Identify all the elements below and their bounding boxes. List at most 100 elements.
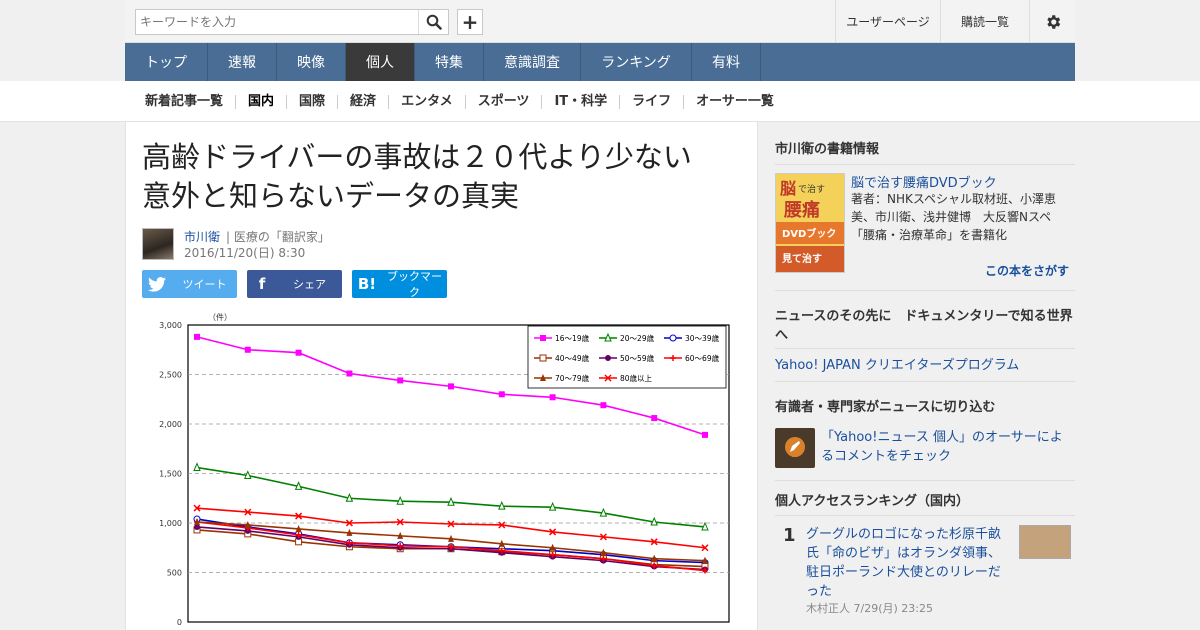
legend-label: 16～19歳 xyxy=(555,333,590,343)
data-point xyxy=(702,431,708,438)
documentary-heading: ニュースのその先に ドキュメンタリーで知る世界へ xyxy=(775,309,1073,343)
subnav-item-economy[interactable]: 経済 xyxy=(338,94,390,109)
divider xyxy=(775,515,1075,516)
author-avatar[interactable] xyxy=(142,228,174,260)
svg-text:で治す: で治す xyxy=(798,183,825,195)
y-tick-label: 3,000 xyxy=(159,321,182,330)
divider xyxy=(775,480,1075,481)
legend-label: 20～29歳 xyxy=(620,333,655,343)
subnav-item-life[interactable]: ライフ xyxy=(620,94,685,109)
nav-item-survey[interactable]: 意識調査 xyxy=(484,43,581,81)
legend-label: 60～69歳 xyxy=(685,353,720,363)
search-input[interactable] xyxy=(136,10,418,34)
sidebar: 市川衛の書籍情報 脳 で治す 腰痛 DVDブック 見て治す 脳で治す腰痛DVDブ… xyxy=(758,122,1075,630)
data-point xyxy=(539,354,547,362)
legend-label: 50～59歳 xyxy=(620,353,655,363)
svg-text:腰痛: 腰痛 xyxy=(783,199,820,221)
ranking-number: 1 xyxy=(783,525,796,546)
data-point xyxy=(669,334,677,342)
accident-chart: 0 500 1,000 1,500 2,000 2,500 3,000 （件） 16～19歳 20… xyxy=(159,312,730,627)
plus-icon: + xyxy=(461,10,479,34)
svg-text:DVDブック: DVDブック xyxy=(782,227,836,240)
tweet-button[interactable]: ツイート xyxy=(142,270,237,298)
svg-text:見て治す: 見て治す xyxy=(781,252,822,265)
article: 高齢ドライバーの事故は２０代より少ない 意外と知らないデータの真実 市川衛 | … xyxy=(125,122,758,630)
author-role: | 医療の「翻訳家」 xyxy=(226,230,330,244)
facebook-icon: f xyxy=(258,275,266,293)
hatena-bookmark-button[interactable]: B! ブックマーク xyxy=(352,270,447,299)
subnav-item-latest[interactable]: 新着記事一覧 xyxy=(133,94,237,109)
divider xyxy=(775,290,1075,291)
nav-item-individual[interactable]: 個人 xyxy=(346,43,415,81)
data-point xyxy=(346,370,353,377)
nav-item-features[interactable]: 特集 xyxy=(415,43,484,81)
legend-label: 30～39歳 xyxy=(685,333,720,343)
data-point xyxy=(549,394,556,401)
ranking-thumbnail[interactable] xyxy=(1019,525,1071,559)
sub-nav: 新着記事一覧 国内 国際 経済 エンタメ スポーツ IT・科学 ライフ オーサー… xyxy=(0,81,1200,122)
subnav-item-sports[interactable]: スポーツ xyxy=(466,94,543,109)
y-tick-label: 1,000 xyxy=(159,519,182,528)
user-page-link[interactable]: ユーザーページ xyxy=(835,0,940,43)
facebook-share-button[interactable]: f シェア xyxy=(247,270,342,298)
search-button[interactable] xyxy=(418,10,448,34)
find-book-link[interactable]: この本をさがす xyxy=(985,262,1069,279)
data-point xyxy=(651,415,658,422)
article-title: 高齢ドライバーの事故は２０代より少ない 意外と知らないデータの真実 xyxy=(142,140,721,213)
nav-item-paid[interactable]: 有料 xyxy=(692,43,761,81)
top-bar: + ユーザーページ 購読一覧 xyxy=(125,0,1075,43)
y-tick-label: 2,000 xyxy=(159,420,182,429)
tweet-label: ツイート xyxy=(182,278,227,291)
divider xyxy=(775,348,1075,349)
svg-text:脳: 脳 xyxy=(780,179,796,198)
unit-label: （件） xyxy=(208,312,232,322)
ranking-item-meta: 木村正人 7/29(月) 23:25 xyxy=(806,602,933,615)
creators-program-link[interactable]: Yahoo! JAPAN クリエイターズプログラム xyxy=(775,354,1019,373)
divider xyxy=(775,164,1075,165)
data-point xyxy=(397,377,404,384)
book-section-heading: 市川衛の書籍情報 xyxy=(775,142,880,157)
nav-item-ranking[interactable]: ランキング xyxy=(581,43,692,81)
ranking-heading: 個人アクセスランキング（国内） xyxy=(775,494,969,509)
data-point xyxy=(600,402,607,409)
hatena-icon: B! xyxy=(357,275,377,293)
y-tick-label: 1,500 xyxy=(159,470,182,479)
data-point xyxy=(244,346,251,353)
expert-comment-link[interactable]: 「Yahoo!ニュース 個人」のオーサーによるコメントをチェック xyxy=(821,428,1071,466)
nav-item-breaking[interactable]: 速報 xyxy=(208,43,277,81)
comment-pen-icon[interactable] xyxy=(775,428,815,468)
search-box xyxy=(135,9,449,35)
data-point xyxy=(295,349,302,356)
book-description: 著者：NHKスペシャル取材班、小澤恵美、市川衛、浅井健博 大反響Nスペ「腰痛・治… xyxy=(851,192,1057,242)
subscriptions-link[interactable]: 購読一覧 xyxy=(940,0,1029,43)
data-point xyxy=(540,335,546,341)
add-button[interactable]: + xyxy=(457,9,483,35)
book-cover-image[interactable]: 脳 で治す 腰痛 DVDブック 見て治す xyxy=(775,173,845,273)
nav-item-top[interactable]: トップ xyxy=(125,43,208,81)
subnav-item-domestic[interactable]: 国内 xyxy=(236,94,288,109)
ranking-item-link[interactable]: グーグルのロゴになった杉原千畝氏「命のビザ」はオランダ領事、駐日ポーランド大使と… xyxy=(806,525,1006,601)
data-point xyxy=(194,333,200,340)
book-title-link[interactable]: 脳で治す腰痛DVDブック xyxy=(851,172,997,191)
data-point xyxy=(498,391,505,398)
gear-icon xyxy=(1046,14,1060,29)
subnav-item-authors[interactable]: オーサー一覧 xyxy=(684,94,786,109)
expert-heading: 有識者・専門家がニュースに切り込む xyxy=(775,400,996,415)
twitter-icon xyxy=(142,276,172,292)
main-nav: トップ 速報 映像 個人 特集 意識調査 ランキング 有料 xyxy=(125,43,1075,81)
settings-button[interactable] xyxy=(1029,0,1075,43)
subnav-item-entertainment[interactable]: エンタメ xyxy=(389,94,466,109)
author-name[interactable]: 市川衛 xyxy=(184,228,220,245)
legend-label: 70～79歳 xyxy=(555,373,590,383)
subnav-item-it-science[interactable]: IT・科学 xyxy=(542,94,621,109)
y-tick-label: 500 xyxy=(167,569,182,578)
hatena-label: ブックマーク xyxy=(387,270,442,299)
data-point xyxy=(448,383,454,390)
subnav-item-international[interactable]: 国際 xyxy=(287,94,339,109)
article-date: 2016/11/20(日) 8:30 xyxy=(184,246,306,260)
nav-item-video[interactable]: 映像 xyxy=(277,43,346,81)
y-tick-label: 0 xyxy=(177,618,182,627)
facebook-label: シェア xyxy=(293,278,326,291)
legend-label: 80歳以上 xyxy=(620,373,653,383)
y-tick-label: 2,500 xyxy=(159,371,182,380)
